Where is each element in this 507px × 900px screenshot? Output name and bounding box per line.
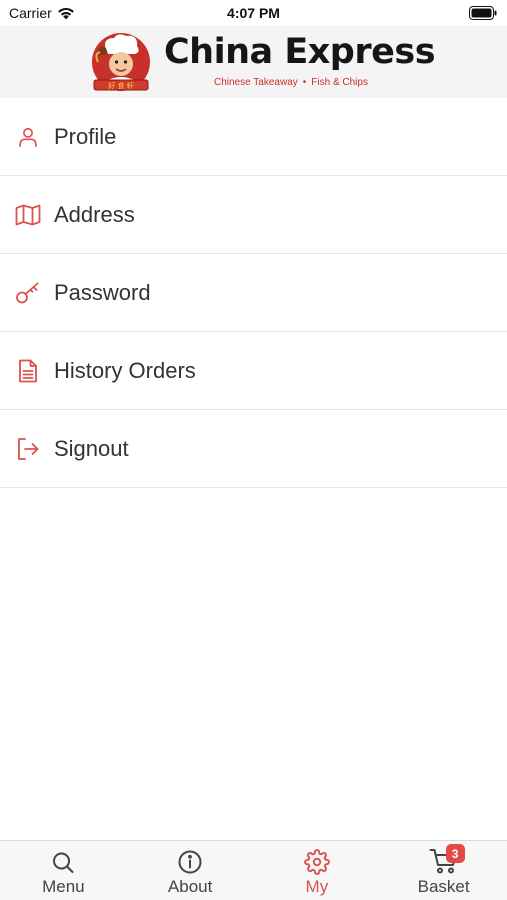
person-icon <box>0 98 54 176</box>
brand-tagline: Chinese Takeaway • Fish & Chips <box>214 77 368 88</box>
tab-menu[interactable]: Menu <box>0 841 127 900</box>
menu-item-label: History Orders <box>54 357 196 383</box>
menu-item-label: Password <box>54 279 151 305</box>
key-icon <box>0 254 54 332</box>
gear-icon <box>304 841 330 875</box>
tab-basket[interactable]: 3 Basket <box>380 841 507 900</box>
signout-icon <box>0 410 54 488</box>
bottom-tab-bar: Menu About My 3 Basket <box>0 840 507 900</box>
tab-label: Basket <box>417 877 470 896</box>
battery-icon <box>469 6 497 20</box>
tab-about[interactable]: About <box>127 841 254 900</box>
tagline-takeaway: Chinese Takeaway <box>214 77 298 88</box>
tab-label: About <box>167 877 213 896</box>
tagline-fish-chips: Fish & Chips <box>311 77 368 88</box>
menu-item-label: Address <box>54 201 135 227</box>
info-icon <box>177 841 203 875</box>
menu-item-profile[interactable]: Profile <box>0 98 507 176</box>
menu-item-password[interactable]: Password <box>0 254 507 332</box>
menu-item-label: Profile <box>54 123 117 149</box>
tagline-separator: • <box>302 77 307 88</box>
svg-text:好 食 轩: 好 食 轩 <box>108 81 133 90</box>
search-icon <box>51 841 75 875</box>
map-icon <box>0 176 54 254</box>
brand-logo: 好 食 轩 China Express Chinese Takeaway • Fis… <box>88 32 436 94</box>
brand-title: China Express <box>164 32 436 72</box>
tab-my[interactable]: My <box>254 841 381 900</box>
menu-item-address[interactable]: Address <box>0 176 507 254</box>
tab-label: My <box>305 877 329 896</box>
account-menu: Profile Address Password History Orders … <box>0 98 507 488</box>
tab-label: Menu <box>42 877 85 896</box>
menu-item-signout[interactable]: Signout <box>0 410 507 488</box>
chef-mascot-icon: 好 食 轩 <box>92 33 150 91</box>
menu-item-history-orders[interactable]: History Orders <box>0 332 507 410</box>
status-time: 4:07 PM <box>227 5 280 21</box>
app-header: 好 食 轩 China Express Chinese Takeaway • Fis… <box>0 26 507 98</box>
cart-icon: 3 <box>429 841 465 875</box>
document-icon <box>0 332 54 410</box>
status-bar: Carrier 4:07 PM <box>0 0 507 26</box>
menu-item-label: Signout <box>54 435 129 461</box>
basket-count-badge: 3 <box>445 844 465 863</box>
